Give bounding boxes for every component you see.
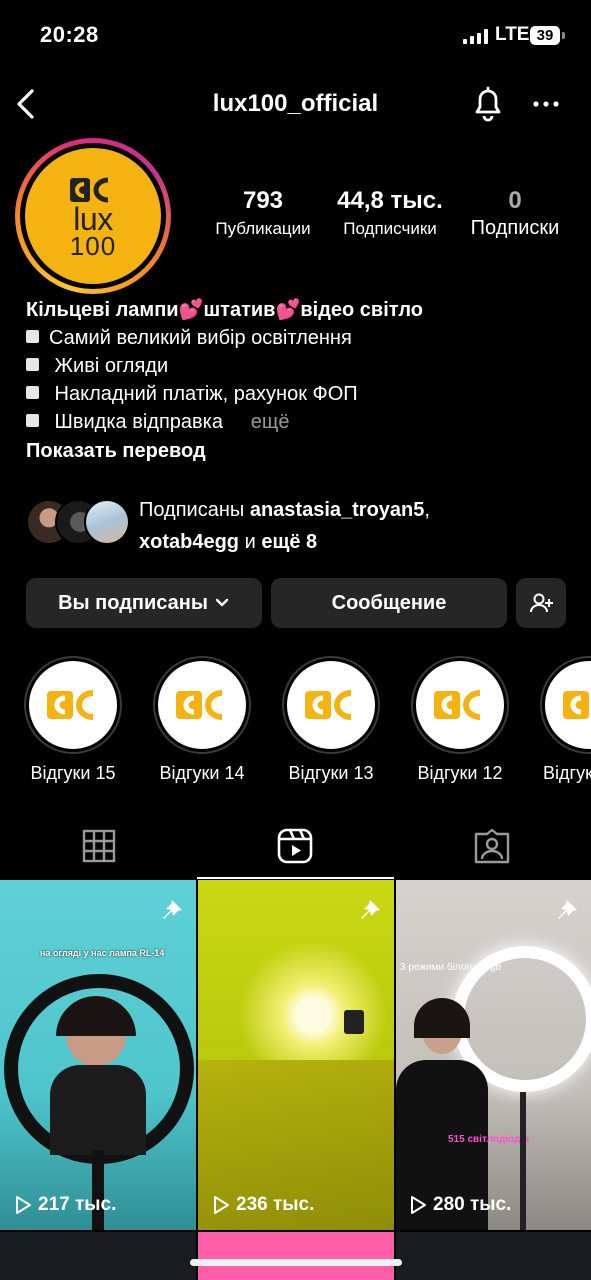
- brand-logo-icon: [563, 691, 589, 719]
- followed-by-prefix: Подписаны: [139, 499, 250, 521]
- reel-1-views-value: 217 тыс.: [38, 1194, 117, 1215]
- bio-line-text: Накладний платіж, рахунок ФОП: [49, 383, 358, 405]
- light-device: [344, 1010, 364, 1034]
- stat-posts-value: 793: [242, 187, 284, 214]
- following-button-label: Вы подписаны: [58, 591, 208, 614]
- more-options-icon[interactable]: [530, 92, 562, 116]
- reel-1-caption: на огляді у нас лампа RL-14: [40, 948, 165, 958]
- battery-icon: 39: [530, 26, 560, 45]
- pin-icon: [553, 894, 579, 925]
- bell-icon[interactable]: [470, 84, 506, 122]
- play-icon: [411, 1196, 426, 1214]
- tagged-person-icon: [474, 828, 510, 864]
- bullet-icon: [26, 386, 39, 400]
- reels-tab[interactable]: [277, 828, 313, 869]
- highlight-1[interactable]: [24, 656, 122, 754]
- followed-by-rest[interactable]: ещё 8: [261, 531, 317, 553]
- highlight-2[interactable]: [153, 656, 251, 754]
- logo-text-100: 100: [69, 231, 117, 261]
- bio-more-link[interactable]: ещё: [251, 411, 290, 433]
- stat-posts[interactable]: 793 Публикации: [204, 187, 322, 239]
- add-user-icon: [530, 593, 553, 613]
- signal-icon: [463, 28, 488, 44]
- highlight-label-2: Відгуки 14: [159, 763, 245, 783]
- reel-cell-6[interactable]: [396, 1232, 591, 1280]
- reel-cell-1[interactable]: на огляді у нас лампа RL-14: [0, 880, 196, 1230]
- followed-by-user-2[interactable]: xotab4egg: [139, 531, 239, 553]
- followed-by-user-1[interactable]: anastasia_troyan5: [250, 499, 425, 521]
- tripod: [520, 1092, 526, 1230]
- reel-3-views-value: 280 тыс.: [433, 1194, 512, 1215]
- reel-3-views: 280 тыс.: [409, 1194, 511, 1216]
- stat-followers-label: Подписчики: [343, 219, 437, 238]
- add-user-button[interactable]: [516, 578, 566, 628]
- followed-by-and: и: [239, 531, 262, 553]
- person-body: [50, 1065, 146, 1155]
- reel-2-views: 236 тыс.: [212, 1194, 314, 1216]
- tagged-tab[interactable]: [474, 828, 510, 869]
- highlight-label-4: Відгуки 12: [417, 763, 503, 783]
- bio-line-2: Живі огляди: [26, 355, 168, 378]
- bullet-icon: [26, 414, 39, 428]
- bullet-icon: [26, 330, 39, 344]
- highlight-4[interactable]: [411, 656, 509, 754]
- followed-by-text[interactable]: Подписаны anastasia_troyan5, xotab4egg и…: [139, 494, 430, 558]
- highlight-label-3: Відгуки 13: [288, 763, 374, 783]
- follower-avatar-3[interactable]: [84, 499, 130, 545]
- chevron-down-icon: [215, 598, 229, 607]
- reels-icon: [277, 828, 313, 864]
- pin-icon: [356, 894, 382, 925]
- reel-cell-5[interactable]: [198, 1232, 394, 1280]
- stat-followers-value: 44,8 тыс.: [337, 187, 443, 214]
- reel-cell-4[interactable]: [0, 1232, 196, 1280]
- stat-posts-label: Публикации: [215, 219, 311, 238]
- brand-logo-icon: [434, 690, 481, 720]
- message-button-label: Сообщение: [331, 591, 447, 614]
- bio-line-text: Живі огляди: [49, 355, 169, 377]
- network-label: LTE: [495, 24, 530, 45]
- following-button[interactable]: Вы подписаны: [26, 578, 262, 628]
- play-icon: [16, 1196, 31, 1214]
- message-button[interactable]: Сообщение: [271, 578, 507, 628]
- brand-logo-icon: [305, 690, 352, 720]
- highlight-5[interactable]: [540, 656, 591, 754]
- status-time: 20:28: [40, 22, 99, 47]
- brand-logo-icon: [47, 690, 94, 720]
- play-icon: [214, 1196, 229, 1214]
- stat-following[interactable]: 0 Подписки: [458, 187, 572, 240]
- reel-cell-3[interactable]: 3 режими білого + rgb 515 світлодіодів: [396, 880, 591, 1230]
- stat-followers[interactable]: 44,8 тыс. Подписчики: [328, 187, 452, 239]
- pin-icon: [158, 894, 184, 925]
- active-tab-indicator: [197, 877, 394, 879]
- tripod: [92, 1150, 104, 1230]
- reel-3-caption-2: 515 світлодіодів: [448, 1134, 530, 1145]
- highlight-3[interactable]: [282, 656, 380, 754]
- highlight-label-5: Відгуки 11: [543, 763, 591, 783]
- reel-1-views: 217 тыс.: [14, 1194, 116, 1216]
- grid-icon: [82, 829, 116, 863]
- bio-line-4: Швидка відправка ещё: [26, 411, 289, 434]
- battery-cap: [562, 32, 565, 39]
- bio-line-3: Накладний платіж, рахунок ФОП: [26, 383, 358, 406]
- highlight-label-1: Відгуки 15: [30, 763, 116, 783]
- grid-tab[interactable]: [82, 829, 116, 868]
- bio-title: Кільцеві лампи💕штатив💕відео світло: [26, 299, 423, 321]
- highlight-5-clip: [540, 656, 591, 756]
- bio-line-1: Самий великий вибір освітлення: [26, 327, 352, 350]
- bio-line-text: Самий великий вибір освітлення: [49, 327, 352, 349]
- followed-by-sep: ,: [424, 499, 430, 521]
- reel-2-views-value: 236 тыс.: [236, 1194, 315, 1215]
- show-translation-link[interactable]: Показать перевод: [26, 440, 206, 463]
- home-indicator[interactable]: [190, 1259, 402, 1266]
- bullet-icon: [26, 358, 39, 372]
- stat-following-value: 0: [508, 187, 522, 214]
- highlight-label-5-clip: Відгуки 11: [529, 763, 591, 784]
- brand-logo-icon: [176, 690, 223, 720]
- stat-following-label: Подписки: [470, 217, 560, 239]
- reel-cell-2[interactable]: [198, 880, 394, 1230]
- bio-line-text: Швидка відправка: [49, 411, 223, 433]
